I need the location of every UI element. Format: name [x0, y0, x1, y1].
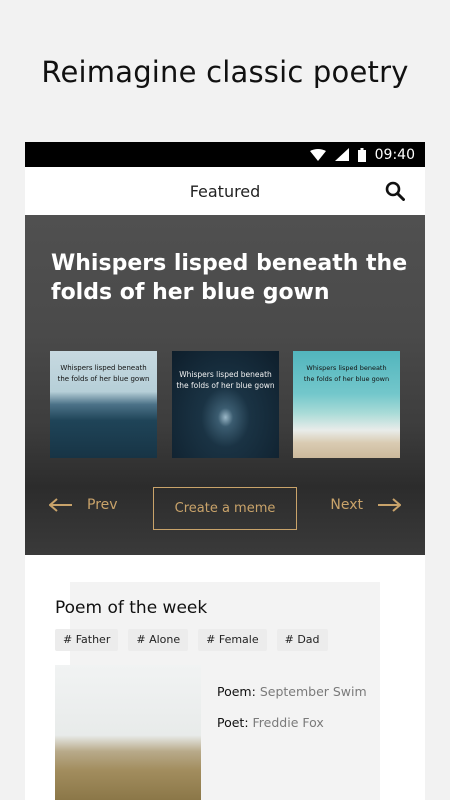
- poet-row: Poet: Freddie Fox: [217, 715, 367, 730]
- status-time: 09:40: [374, 146, 415, 163]
- arrow-right-icon: [378, 498, 401, 512]
- hero-title: Whispers lisped beneath the folds of her…: [51, 251, 408, 305]
- poem-image[interactable]: [55, 665, 201, 800]
- search-icon[interactable]: [385, 181, 405, 201]
- poem-value[interactable]: September Swim: [260, 684, 367, 699]
- poet-value[interactable]: Freddie Fox: [253, 715, 324, 730]
- app-bar-title: Featured: [189, 181, 261, 201]
- tag-chip[interactable]: # Dad: [276, 629, 328, 651]
- meme-thumbnail[interactable]: Whispers lisped beneath the folds of her…: [50, 351, 157, 458]
- meme-thumbnails: Whispers lisped beneath the folds of her…: [50, 351, 425, 459]
- next-label: Next: [330, 497, 363, 513]
- arrow-left-icon: [49, 498, 72, 512]
- thumbnail-caption-line: the folds of her blue gown: [303, 375, 390, 383]
- poet-label: Poet:: [217, 715, 249, 730]
- status-bar: 09:40: [25, 142, 425, 167]
- thumbnail-caption-line: Whispers lisped beneath: [179, 370, 272, 379]
- battery-icon: [357, 147, 366, 162]
- tag-chip[interactable]: # Father: [55, 629, 119, 651]
- poem-label: Poem:: [217, 684, 256, 699]
- wifi-icon: [309, 148, 326, 161]
- thumbnail-caption-line: Whispers lisped beneath: [60, 364, 147, 372]
- thumbnail-caption-line: the folds of her blue gown: [176, 381, 275, 390]
- app-bar: Featured: [25, 167, 425, 215]
- tag-chip[interactable]: # Female: [198, 629, 267, 651]
- meme-thumbnail[interactable]: Whispers lisped beneath the folds of her…: [172, 351, 279, 458]
- promo-title: Reimagine classic poetry: [41, 55, 409, 89]
- section-title: Poem of the week: [55, 598, 208, 618]
- thumbnail-caption: Whispers lisped beneath the folds of her…: [172, 369, 279, 391]
- poem-meta: Poem: September Swim Poet: Freddie Fox: [217, 684, 367, 746]
- thumbnail-caption-line: Whispers lisped beneath: [306, 364, 387, 372]
- phone-screen: 09:40 Featured Whispers lisped beneath t…: [25, 142, 425, 800]
- poem-row: Poem: September Swim: [217, 684, 367, 699]
- hero-navigation: Prev Create a meme Next: [25, 487, 425, 531]
- prev-button[interactable]: Prev: [49, 497, 118, 513]
- next-button[interactable]: Next: [330, 497, 401, 513]
- tag-list: # Father # Alone # Female # Dad: [55, 629, 328, 651]
- create-meme-button[interactable]: Create a meme: [153, 487, 297, 530]
- prev-label: Prev: [87, 497, 118, 513]
- poem-of-the-week-card: Poem of the week # Father # Alone # Fema…: [25, 558, 425, 800]
- signal-icon: [334, 148, 349, 161]
- meme-thumbnail[interactable]: Whispers lisped beneath the folds of her…: [293, 351, 400, 458]
- thumbnail-caption-line: the folds of her blue gown: [57, 375, 150, 383]
- tag-chip[interactable]: # Alone: [128, 629, 189, 651]
- featured-hero: Whispers lisped beneath the folds of her…: [25, 215, 425, 555]
- thumbnail-caption: Whispers lisped beneath the folds of her…: [50, 363, 157, 385]
- thumbnail-caption: Whispers lisped beneath the folds of her…: [293, 363, 400, 385]
